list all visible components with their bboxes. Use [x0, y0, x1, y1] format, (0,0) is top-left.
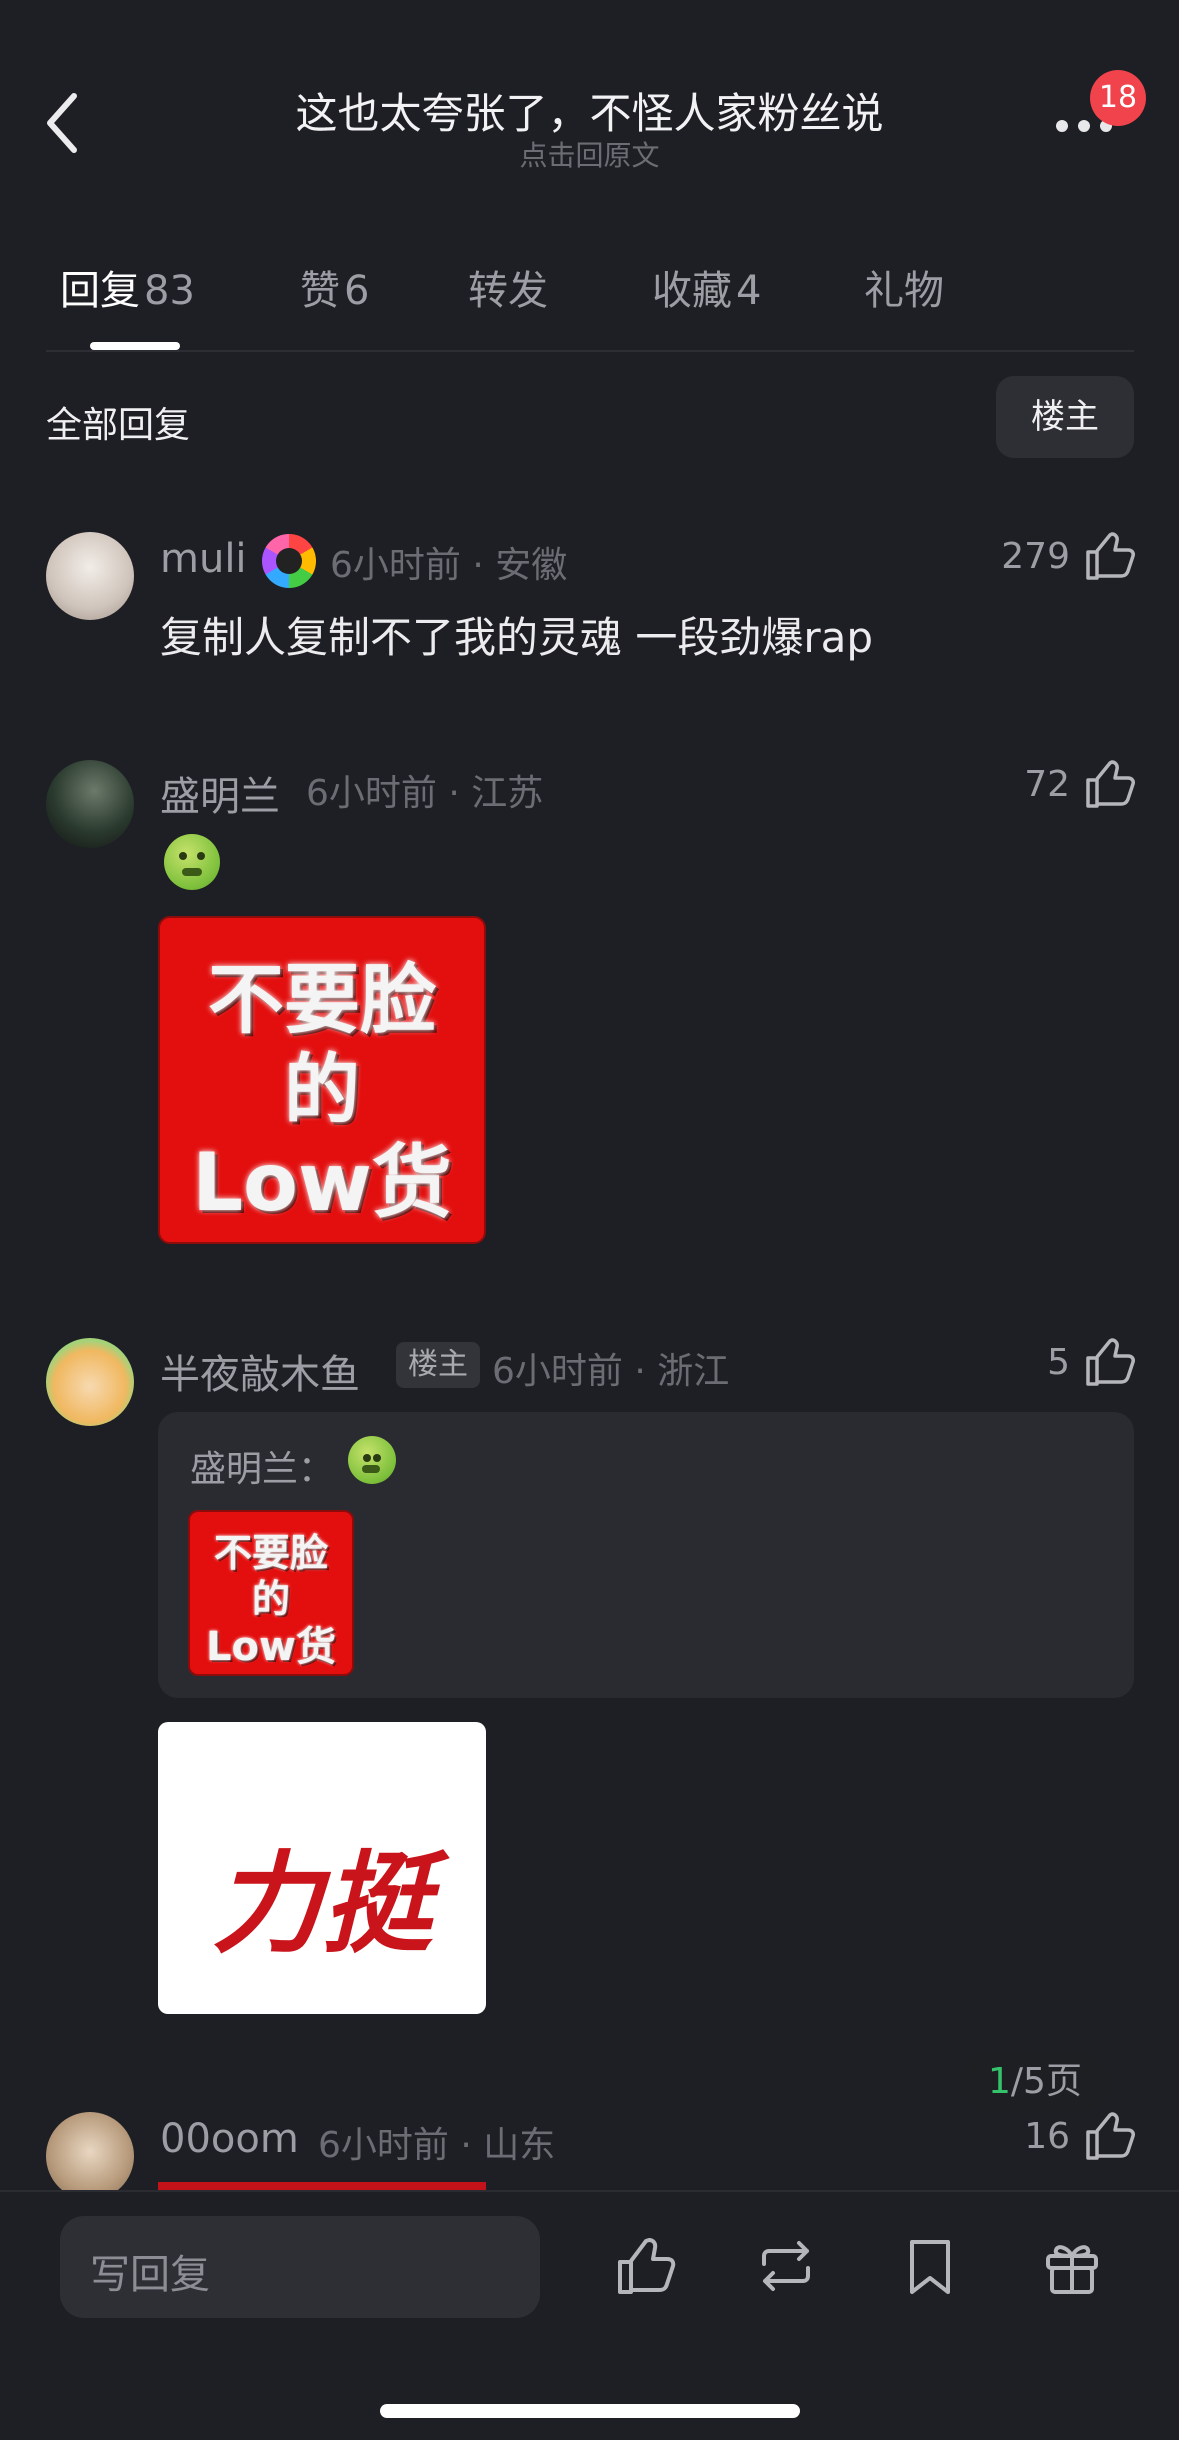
like-count: 72	[1024, 764, 1070, 805]
comment-meta: 6小时前 · 浙江	[492, 1351, 730, 1392]
notification-badge: 18	[1090, 70, 1146, 126]
like-count: 5	[1047, 1342, 1070, 1383]
repost-icon[interactable]	[754, 2234, 818, 2298]
thumbs-up-icon[interactable]	[1084, 2110, 1136, 2162]
tab-bar: 回复 83 赞6 转发 收藏 4 礼物	[0, 258, 1179, 338]
like-count: 279	[1001, 536, 1070, 577]
thumbs-up-icon[interactable]	[1084, 758, 1136, 810]
comment-author[interactable]: 00oom	[160, 2116, 299, 2162]
filter-label[interactable]: 全部回复	[46, 396, 190, 448]
divider	[46, 350, 1134, 352]
tab-gifts[interactable]: 礼物	[864, 258, 944, 316]
reply-input[interactable]: 写回复	[60, 2216, 540, 2318]
tab-reposts[interactable]: 转发	[468, 258, 548, 316]
avatar[interactable]	[46, 2112, 134, 2200]
user-badge-icon	[262, 534, 316, 588]
thumbs-up-icon[interactable]	[1084, 1336, 1136, 1388]
quoted-sticker-image[interactable]: 不要脸 的 Low货	[188, 1510, 354, 1676]
tab-replies[interactable]: 回复 83	[60, 258, 195, 316]
comment-text: 复制人复制不了我的灵魂 一段劲爆rap	[160, 613, 874, 662]
owner-only-button[interactable]: 楼主	[996, 376, 1134, 458]
comment-meta: 6小时前 · 安徽	[330, 545, 568, 586]
sticker-image[interactable]: 力挺	[158, 1722, 486, 2014]
avatar[interactable]	[46, 1338, 134, 1426]
quoted-author: 盛明兰：	[190, 1449, 335, 1490]
active-tab-indicator	[90, 342, 180, 350]
comment-meta: 6小时前 · 江苏	[306, 773, 544, 814]
comment-author[interactable]: 半夜敲木鱼	[160, 1342, 360, 1400]
nauseated-emoji-icon	[348, 1436, 396, 1484]
tab-favorites[interactable]: 收藏 4	[652, 258, 761, 316]
thumbs-up-icon[interactable]	[614, 2234, 678, 2298]
like-count: 16	[1024, 2116, 1070, 2157]
avatar[interactable]	[46, 532, 134, 620]
nauseated-emoji-icon	[164, 834, 220, 890]
gift-icon[interactable]	[1040, 2234, 1104, 2298]
bottom-bar: 写回复	[0, 2190, 1179, 2440]
page-indicator[interactable]: 1/5页	[960, 2052, 1110, 2112]
bookmark-icon[interactable]	[898, 2234, 962, 2298]
comment-meta: 6小时前 · 山东	[318, 2125, 556, 2166]
quoted-comment[interactable]: 盛明兰： 不要脸 的 Low货	[158, 1412, 1134, 1698]
more-dots-icon	[1056, 120, 1068, 132]
comment-author[interactable]: 盛明兰	[160, 764, 280, 822]
avatar[interactable]	[46, 760, 134, 848]
page-title[interactable]: 这也太夸张了，不怪人家粉丝说	[0, 80, 1179, 141]
home-indicator	[380, 2404, 800, 2418]
owner-badge: 楼主	[396, 1342, 480, 1388]
tab-likes[interactable]: 赞6	[300, 258, 369, 316]
comment-author[interactable]: muli	[160, 536, 247, 582]
thumbs-up-icon[interactable]	[1084, 530, 1136, 582]
sticker-image[interactable]: 不要脸 的 Low货	[158, 916, 486, 1244]
back-to-post-link[interactable]: 点击回原文	[0, 134, 1179, 174]
